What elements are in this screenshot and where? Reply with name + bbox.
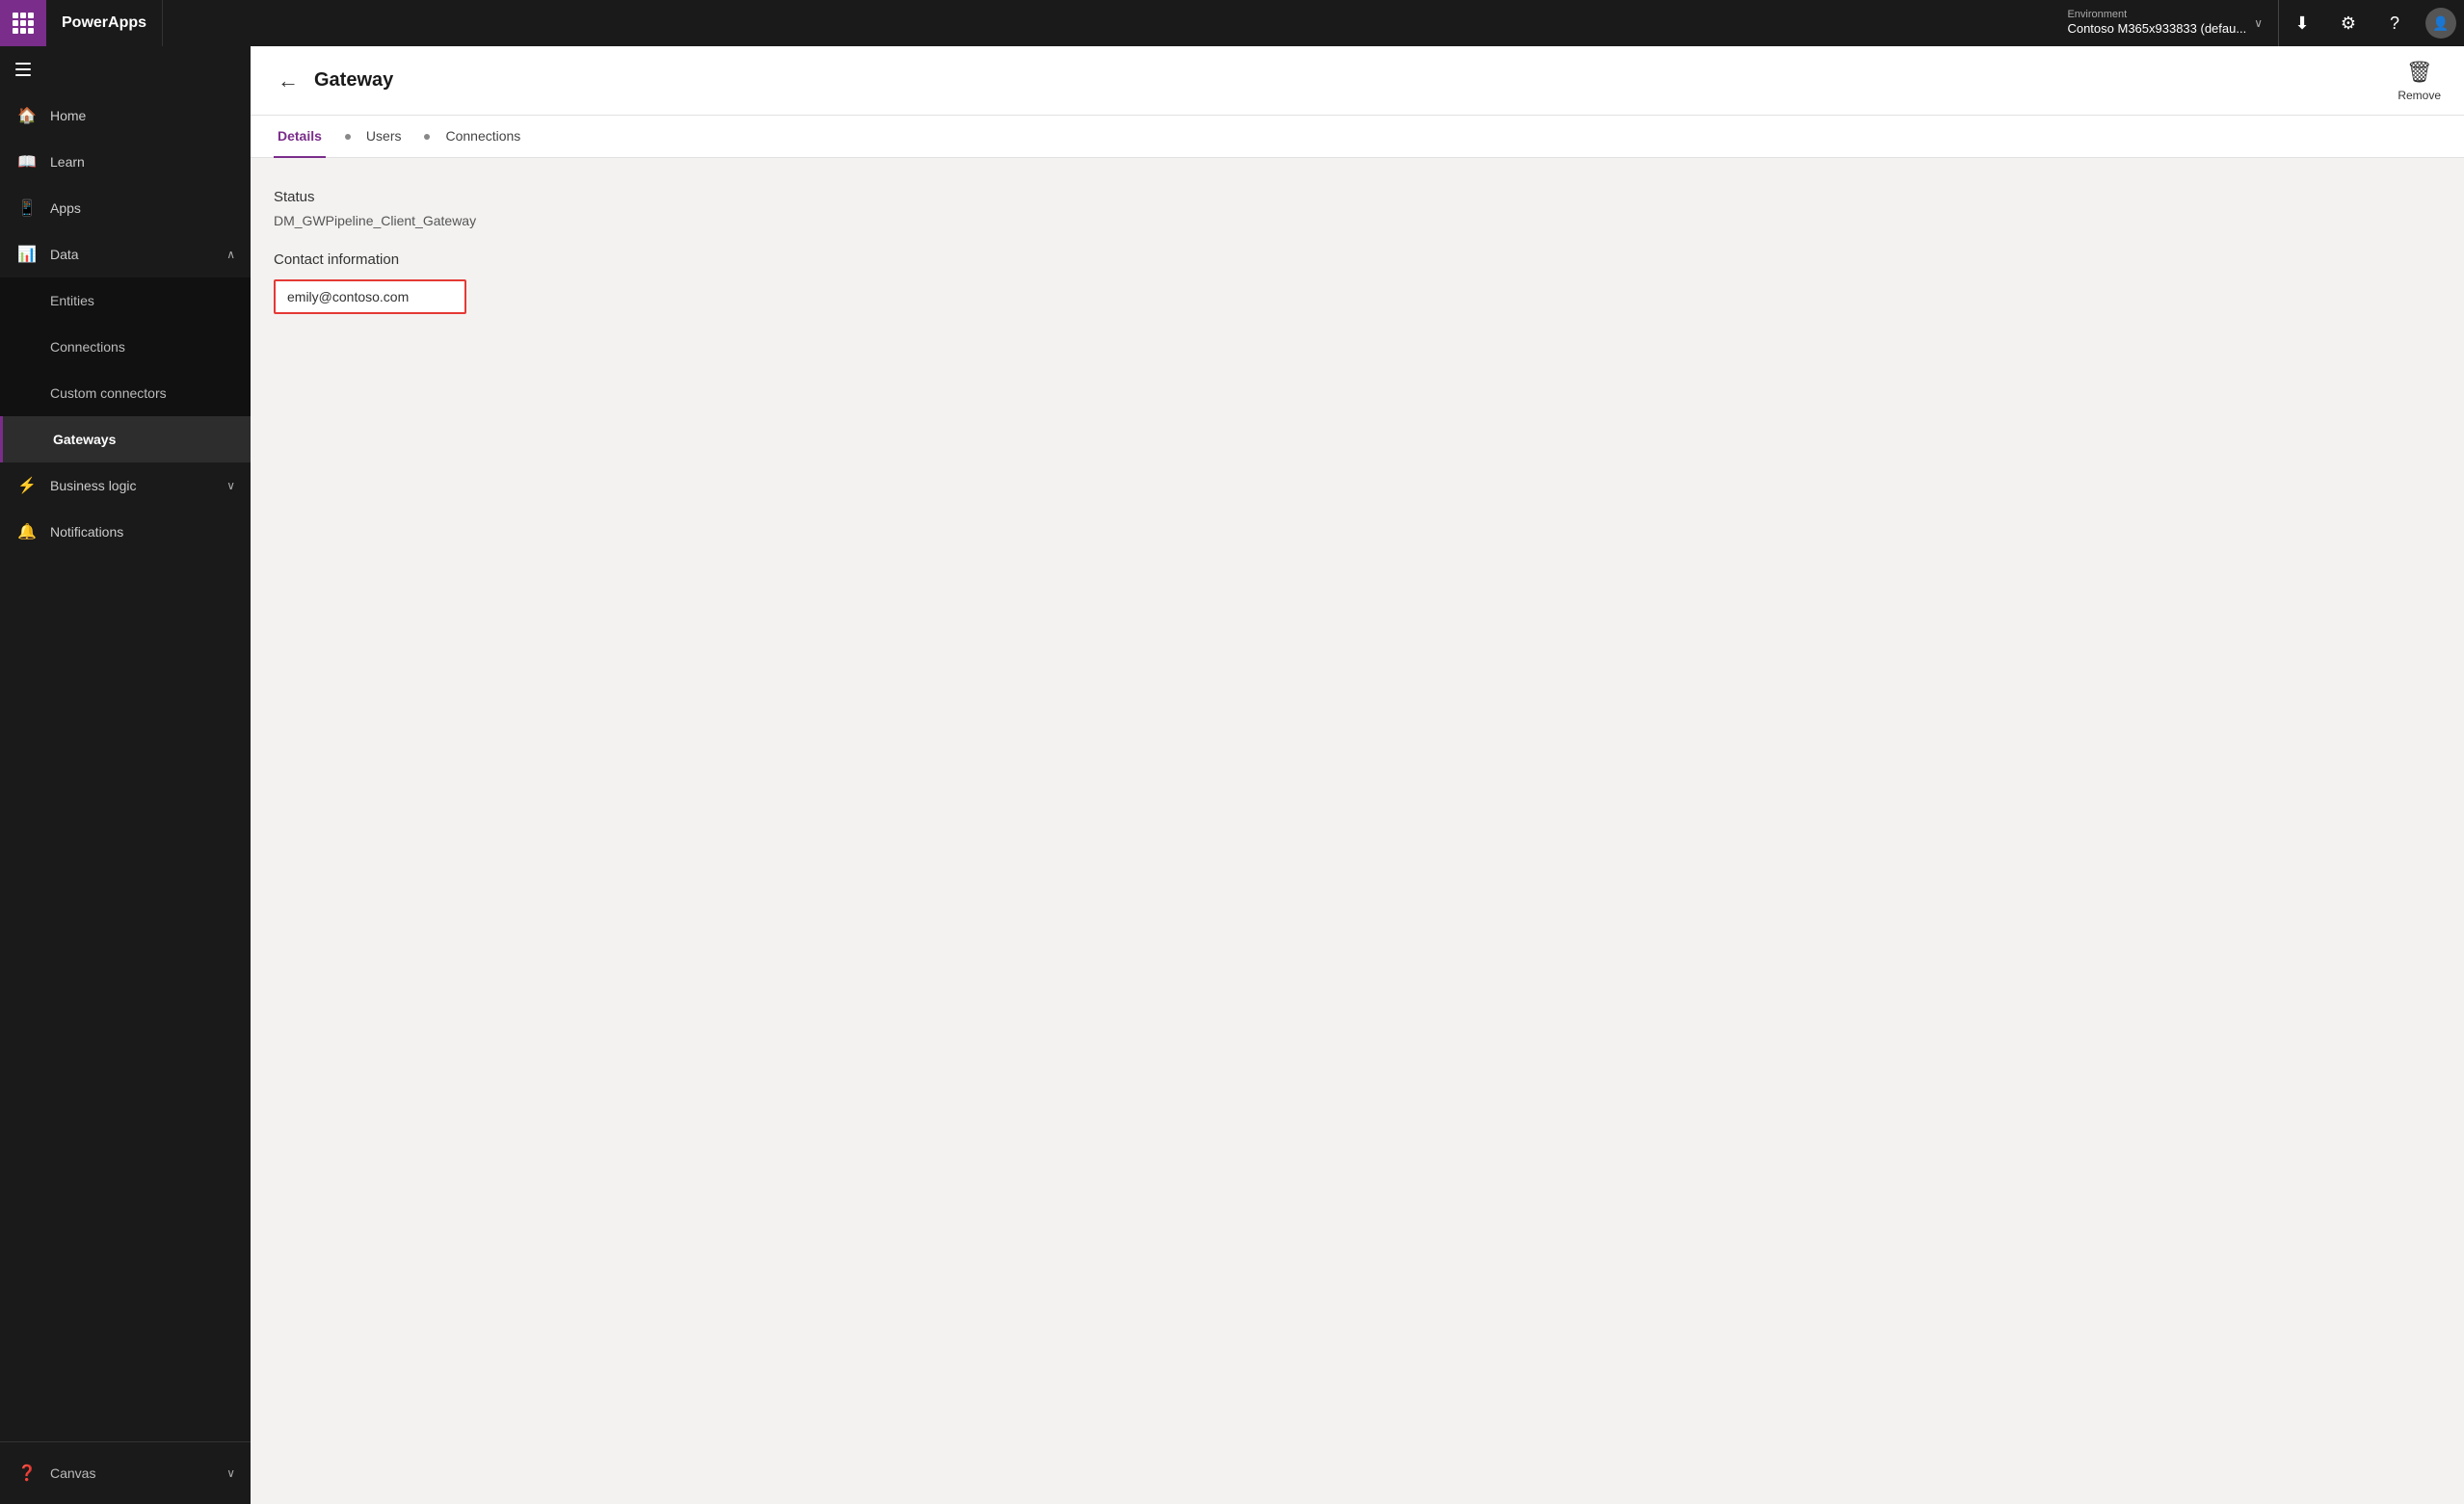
sidebar-label-custom-connectors: Custom connectors <box>50 385 167 401</box>
environment-info: Environment Contoso M365x933833 (defau..… <box>2067 9 2246 38</box>
status-section: Status DM_GWPipeline_Client_Gateway <box>274 189 2441 228</box>
gear-icon: ⚙ <box>2341 13 2356 34</box>
data-submenu: Entities Connections Custom connectors G… <box>0 277 251 462</box>
sidebar-footer: ❓ Canvas ∨ <box>0 1441 251 1504</box>
topbar-actions: ⬇ ⚙ ? 👤 <box>2279 0 2464 46</box>
remove-button[interactable]: 🗑 Remove <box>2398 60 2441 102</box>
back-button[interactable]: ← <box>274 65 303 97</box>
tab-details[interactable]: Details <box>274 116 326 158</box>
sidebar-item-notifications[interactable]: 🔔 Notifications <box>0 509 251 555</box>
waffle-button[interactable] <box>0 0 46 46</box>
sidebar-label-data: Data <box>50 247 79 262</box>
tabs-bar: Details Users Connections <box>251 116 2464 158</box>
sidebar-label-home: Home <box>50 108 86 123</box>
tab-details-label: Details <box>278 128 322 144</box>
sidebar-item-data[interactable]: 📊 Data ∧ <box>0 231 251 277</box>
sidebar-label-business-logic: Business logic <box>50 478 137 493</box>
settings-button[interactable]: ⚙ <box>2325 0 2371 46</box>
sidebar-nav: 🏠 Home 📖 Learn 📱 Apps 📊 Data ∧ Entities <box>0 92 251 1441</box>
download-icon: ⬇ <box>2294 13 2309 34</box>
topbar: PowerApps Environment Contoso M365x93383… <box>0 0 2464 46</box>
sidebar-label-entities: Entities <box>50 293 94 308</box>
environment-label: Environment <box>2067 9 2246 20</box>
help-button[interactable]: ? <box>2371 0 2418 46</box>
sidebar-item-gateways[interactable]: Gateways <box>0 416 251 462</box>
canvas-icon: ❓ <box>15 1462 39 1485</box>
tab-separator-1 <box>345 134 351 140</box>
contact-section-label: Contact information <box>274 251 2441 268</box>
canvas-chevron-icon: ∨ <box>226 1466 235 1480</box>
sidebar-item-canvas[interactable]: ❓ Canvas ∨ <box>0 1450 251 1496</box>
hamburger-icon <box>15 63 31 76</box>
sidebar-item-apps[interactable]: 📱 Apps <box>0 185 251 231</box>
tab-users-label: Users <box>366 128 402 144</box>
business-logic-icon: ⚡ <box>15 474 39 497</box>
tab-connections-label: Connections <box>445 128 520 144</box>
learn-icon: 📖 <box>15 150 39 173</box>
business-logic-chevron-icon: ∨ <box>226 479 235 492</box>
trash-icon: 🗑 <box>2406 60 2433 85</box>
page-body: Status DM_GWPipeline_Client_Gateway Cont… <box>251 158 2464 1504</box>
download-button[interactable]: ⬇ <box>2279 0 2325 46</box>
data-icon: 📊 <box>15 243 39 266</box>
question-icon: ? <box>2390 13 2399 34</box>
sidebar-label-learn: Learn <box>50 154 85 170</box>
environment-name: Contoso M365x933833 (defau... <box>2067 21 2246 36</box>
environment-selector[interactable]: Environment Contoso M365x933833 (defau..… <box>2052 0 2279 46</box>
chevron-down-icon: ∨ <box>2254 16 2263 30</box>
brand-logo[interactable]: PowerApps <box>46 0 163 46</box>
tab-connections[interactable]: Connections <box>441 116 524 158</box>
sidebar-label-apps: Apps <box>50 200 81 216</box>
sidebar-item-home[interactable]: 🏠 Home <box>0 92 251 139</box>
brand-text: PowerApps <box>62 14 146 32</box>
sidebar-label-connections: Connections <box>50 339 125 355</box>
gateway-name: DM_GWPipeline_Client_Gateway <box>274 213 2441 228</box>
hamburger-button[interactable] <box>0 46 46 92</box>
page-header: ← Gateway 🗑 Remove <box>251 46 2464 116</box>
tab-users[interactable]: Users <box>362 116 406 158</box>
sidebar-label-notifications: Notifications <box>50 524 123 540</box>
status-label: Status <box>274 189 2441 205</box>
sidebar: 🏠 Home 📖 Learn 📱 Apps 📊 Data ∧ Entities <box>0 46 251 1504</box>
sidebar-item-custom-connectors[interactable]: Custom connectors <box>0 370 251 416</box>
sidebar-item-connections[interactable]: Connections <box>0 324 251 370</box>
sidebar-item-learn[interactable]: 📖 Learn <box>0 139 251 185</box>
avatar-letter: 👤 <box>2432 15 2449 32</box>
user-avatar[interactable]: 👤 <box>2425 8 2456 39</box>
sidebar-item-entities[interactable]: Entities <box>0 277 251 324</box>
sidebar-label-canvas: Canvas <box>50 1465 95 1481</box>
notifications-icon: 🔔 <box>15 520 39 543</box>
contact-section: Contact information <box>274 251 2441 314</box>
main-layout: 🏠 Home 📖 Learn 📱 Apps 📊 Data ∧ Entities <box>0 46 2464 1504</box>
data-chevron-icon: ∧ <box>226 248 235 261</box>
back-arrow-icon: ← <box>278 68 299 93</box>
sidebar-label-gateways: Gateways <box>53 432 116 447</box>
content-area: ← Gateway 🗑 Remove Details Users Connect… <box>251 46 2464 1504</box>
waffle-icon <box>13 13 34 34</box>
apps-icon: 📱 <box>15 197 39 220</box>
home-icon: 🏠 <box>15 104 39 127</box>
page-header-left: ← Gateway <box>274 65 393 97</box>
sidebar-item-business-logic[interactable]: ⚡ Business logic ∨ <box>0 462 251 509</box>
contact-email-input[interactable] <box>274 279 466 314</box>
remove-label: Remove <box>2398 89 2441 102</box>
tab-separator-2 <box>424 134 430 140</box>
page-title: Gateway <box>314 69 393 92</box>
